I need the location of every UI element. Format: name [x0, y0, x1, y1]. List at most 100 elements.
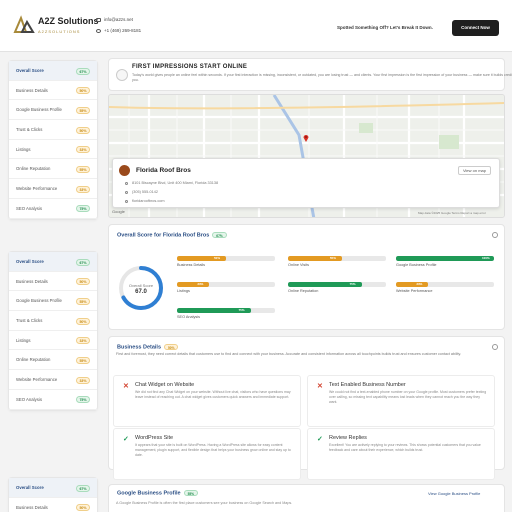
sidebar-item-label: Overall Score	[16, 485, 44, 490]
cross-icon: ✕	[123, 383, 129, 390]
cross-icon: ✕	[317, 383, 323, 390]
map-attribution[interactable]: Map data ©2025 Google Terms Report a map…	[418, 211, 486, 215]
business-detail-description: It appears that your site is built on Wo…	[135, 443, 291, 457]
sidebar-item-badge: 33%	[76, 376, 90, 384]
sidebar-item-label: Google Business Profile	[16, 107, 62, 113]
overall-score-title-text: Overall Score for Florida Roof Bros	[117, 232, 210, 239]
score-bar-track: 33%	[396, 282, 494, 287]
connect-now-button[interactable]: Connect Now	[452, 20, 499, 36]
business-info-card: Florida Roof Bros View on map 8101 Bisca…	[112, 158, 500, 208]
gauge-label: Overall Score	[128, 283, 154, 288]
sidebar-item-badge: 33%	[76, 185, 90, 193]
score-bar: 75% SEO Analysis	[177, 308, 275, 324]
first-impressions-text: Today's world gives people an online fee…	[132, 73, 512, 83]
top-header: A2Z Solutions A2ZSOLUTIONS info@a2zs.net…	[0, 0, 512, 52]
business-address-text: 8101 Biscayne Blvd, Unit 400 Miami, Flor…	[132, 181, 219, 185]
sidebar-nav-primary: Overall Score 67% Business Details 50% Googl…	[8, 60, 98, 220]
sidebar-item-listings[interactable]: Listings 33%	[9, 140, 97, 160]
view-on-map-button[interactable]: View on map	[457, 166, 491, 175]
phone-contact[interactable]: +1 (469) 269-8181	[96, 28, 141, 33]
sidebar-item-online-reputation[interactable]: Online Reputation 55%	[9, 350, 97, 371]
sidebar-item-online-reputation[interactable]: Online Reputation 55%	[9, 159, 97, 180]
sidebar-item-google-business-profile[interactable]: Google Business Profile 55%	[9, 291, 97, 312]
business-logo-icon	[119, 165, 130, 176]
business-detail-title: Chat Widget on Website	[135, 382, 195, 388]
sidebar-item-website-performance[interactable]: Website Performance 33%	[9, 370, 97, 390]
sidebar-item-label: Overall Score	[16, 259, 44, 264]
sidebar-item-badge: 55%	[76, 297, 90, 305]
sidebar-item-badge: 75%	[76, 205, 90, 213]
score-bar-label: Online Reputation	[288, 289, 319, 293]
score-bar-value: 100%	[482, 256, 490, 261]
sidebar-item-label: Online Reputation	[16, 166, 51, 172]
score-bar-track: 75%	[177, 308, 275, 313]
sidebar-item-seo-analysis[interactable]: SEO Analysis 75%	[9, 390, 97, 410]
sidebar-item-listings[interactable]: Listings 33%	[9, 331, 97, 351]
sidebar-item-overall-score[interactable]: Overall Score 67%	[9, 252, 97, 272]
email-text: info@a2zs.net	[104, 17, 133, 22]
sidebar-item-website-performance[interactable]: Website Performance 33%	[9, 179, 97, 199]
email-contact[interactable]: info@a2zs.net	[96, 17, 133, 22]
sidebar-item-label: Business Details	[16, 87, 48, 93]
business-website-text: floridaroofbros.com	[132, 199, 165, 203]
overall-score-pill: 67%	[212, 232, 227, 238]
view-google-business-profile-link[interactable]: View Google Business Profile	[428, 491, 480, 496]
info-icon	[116, 69, 128, 81]
sidebar-item-label: Website Performance	[16, 377, 58, 383]
check-icon: ✓	[123, 436, 129, 443]
score-bar-fill	[396, 256, 494, 261]
sidebar-item-label: Trust & Clicks	[16, 318, 43, 324]
sidebar-nav-secondary: Overall Score 67% Business Details 50% Googl…	[8, 251, 98, 411]
brand-logo-icon[interactable]	[13, 14, 35, 36]
score-bar-track: 33%	[177, 282, 275, 287]
sidebar-item-google-business-profile[interactable]: Google Business Profile 55%	[9, 100, 97, 121]
sidebar-item-badge: 50%	[76, 317, 90, 325]
score-bar-label: Google Business Profile	[396, 263, 437, 267]
score-bar-label: Listings	[177, 289, 190, 293]
score-bar-label: Website Performance	[396, 289, 433, 293]
help-icon[interactable]	[492, 344, 498, 350]
business-detail-description: Excellent! You are actively replying to …	[329, 443, 481, 452]
sidebar-item-business-details[interactable]: Business Details 50%	[9, 81, 97, 101]
sidebar-item-badge: 55%	[76, 106, 90, 114]
business-phone: (305) 555-0142	[125, 190, 158, 194]
score-bar-value: 33%	[197, 282, 204, 287]
phone-icon	[125, 190, 128, 194]
score-bar-value: 75%	[349, 282, 356, 287]
score-bar: 50% Business Details	[177, 256, 275, 272]
overall-score-title: Overall Score for Florida Roof Bros 67%	[117, 232, 227, 238]
sidebar-item-trust-clicks[interactable]: Trust & Clicks 50%	[9, 311, 97, 331]
score-bar: 100% Google Business Profile	[396, 256, 494, 272]
first-impressions-title: FIRST IMPRESSIONS START ONLINE	[132, 64, 248, 70]
score-bar-track: 55%	[288, 256, 386, 261]
mail-icon	[96, 17, 101, 22]
sidebar-item-overall-score[interactable]: Overall Score 67%	[9, 61, 97, 81]
sidebar-item-label: Trust & Clicks	[16, 127, 43, 133]
location-icon	[125, 181, 128, 185]
sidebar-item-badge: 50%	[76, 126, 90, 134]
score-bar-fill	[396, 282, 429, 287]
sidebar-item-seo-analysis[interactable]: SEO Analysis 75%	[9, 199, 97, 219]
page: A2Z Solutions A2ZSOLUTIONS info@a2zs.net…	[0, 0, 512, 512]
sidebar-item-trust-clicks[interactable]: Trust & Clicks 50%	[9, 120, 97, 140]
help-icon[interactable]	[492, 232, 498, 238]
sidebar-nav-tertiary: Overall Score 67% Business Details 50%	[8, 477, 98, 512]
sidebar-item-label: Online Reputation	[16, 357, 51, 363]
gbp-title-text: Google Business Profile	[117, 490, 181, 497]
sidebar-item-badge: 55%	[76, 165, 90, 173]
business-detail-title: Review Replies	[329, 435, 367, 441]
sidebar-item-business-details[interactable]: Business Details 50%	[9, 272, 97, 292]
overall-score-gauge	[119, 266, 163, 310]
business-phone-text: (305) 555-0142	[132, 190, 158, 194]
google-business-profile-card: Google Business Profile 55%	[108, 484, 505, 512]
score-bar-fill	[177, 282, 210, 287]
score-bar: 75% Online Reputation	[288, 282, 386, 298]
business-detail-item: ✓ Review Replies Excellent! You are active…	[307, 428, 495, 480]
phone-icon	[96, 28, 101, 33]
business-website[interactable]: floridaroofbros.com	[125, 199, 165, 203]
map-pin-icon[interactable]	[303, 134, 309, 142]
sidebar-item-badge: 55%	[76, 356, 90, 364]
sidebar-item-label: Listings	[16, 337, 31, 343]
sidebar-item-business-details[interactable]: Business Details 50%	[9, 498, 97, 512]
sidebar-item-overall-score[interactable]: Overall Score 67%	[9, 478, 97, 498]
